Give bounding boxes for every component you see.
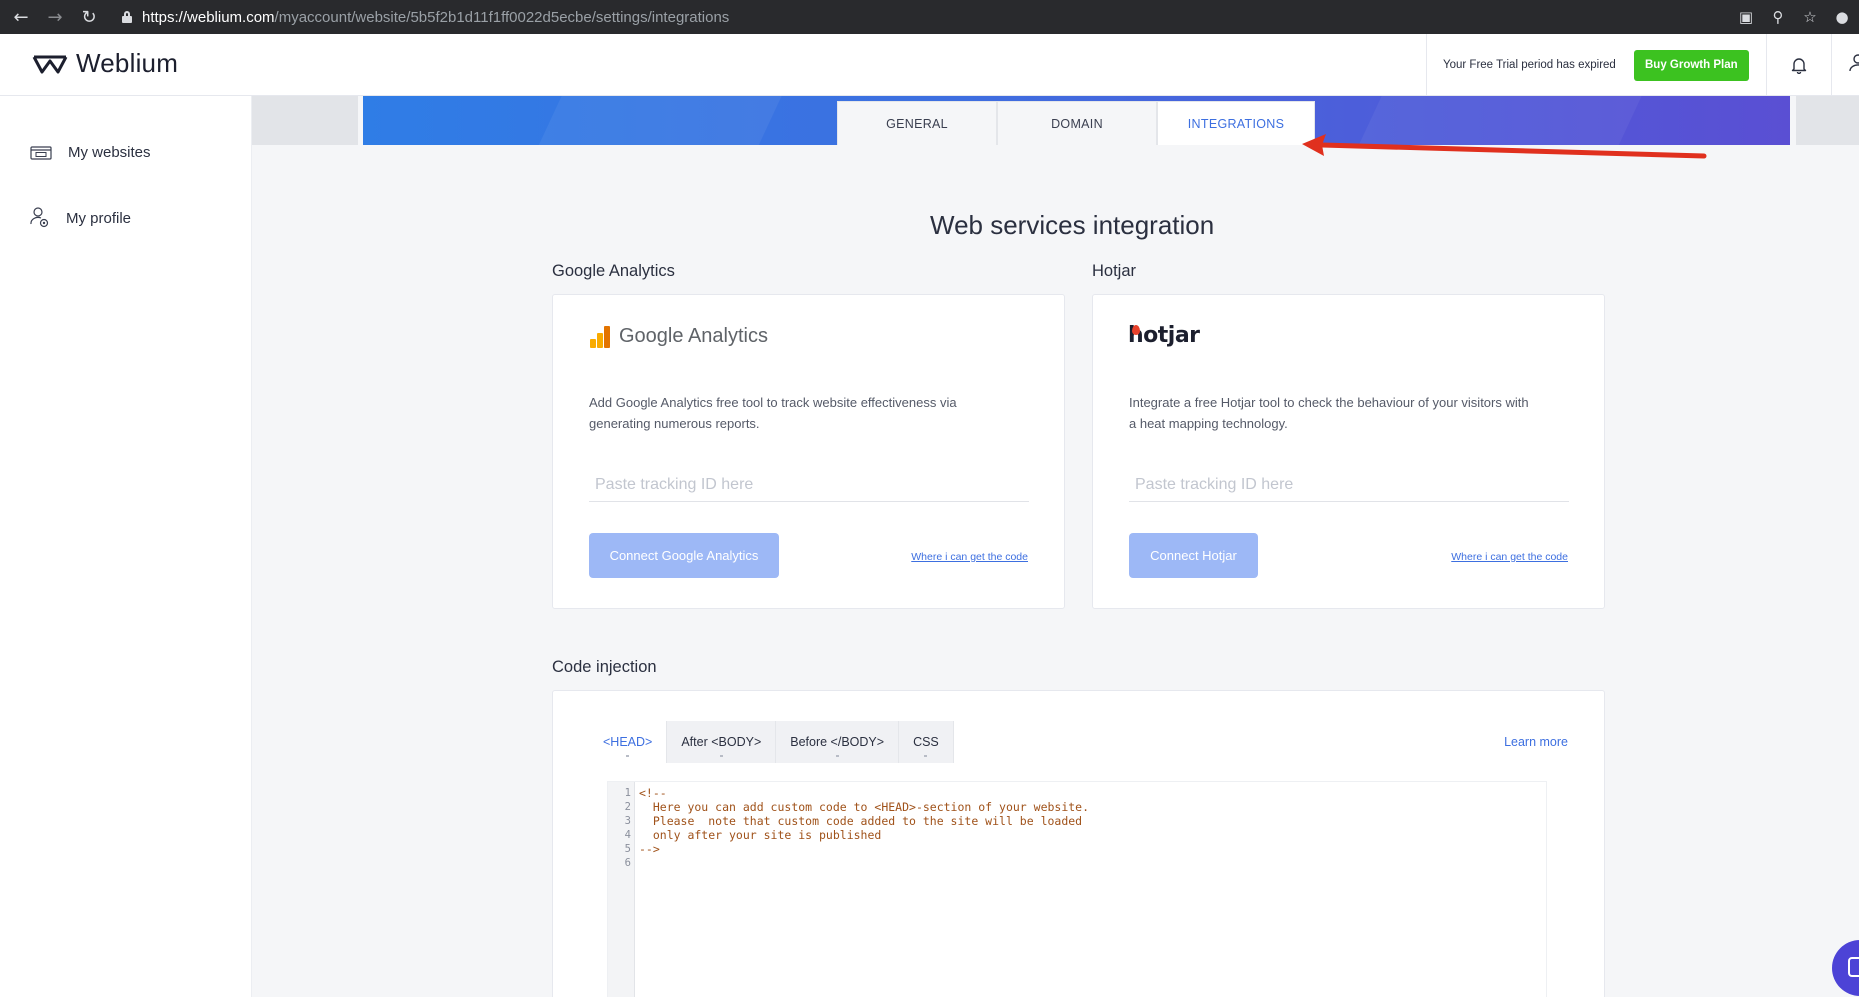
code-tab-after-body[interactable]: After <BODY> [667, 721, 777, 763]
url-path: /myaccount/website/5b5f2b1d11f1ff0022d5e… [274, 8, 730, 26]
google-analytics-tracking-id-input[interactable] [589, 468, 1029, 502]
user-menu[interactable] [1848, 54, 1859, 77]
code-line: Here you can add custom code to <HEAD>-s… [639, 800, 1090, 814]
app-header: Weblium Your Free Trial period has expir… [0, 34, 1859, 96]
websites-icon [30, 145, 52, 160]
settings-tabs: GENERAL DOMAIN INTEGRATIONS [837, 101, 1315, 145]
logo-text: Weblium [76, 48, 179, 78]
line-number: 4 [624, 829, 631, 841]
browser-toolbar: ← → ↻ https://weblium.com/myaccount/webs… [0, 0, 1859, 34]
reload-icon[interactable]: ↻ [76, 4, 102, 30]
profile-settings-icon [30, 207, 49, 228]
code-line: <!-- [639, 786, 667, 800]
line-number: 1 [624, 787, 631, 799]
hotjar-flame-icon [1132, 325, 1140, 335]
line-number-gutter: 1 2 3 4 5 6 [608, 782, 635, 997]
line-number: 2 [624, 801, 631, 813]
banner-edge-right [1796, 96, 1859, 145]
back-arrow-icon[interactable]: ← [8, 4, 34, 30]
hotjar-tracking-id-input[interactable] [1129, 468, 1569, 502]
google-analytics-card: Google Analytics Add Google Analytics fr… [552, 294, 1065, 609]
connect-google-analytics-button[interactable]: Connect Google Analytics [589, 533, 779, 578]
hotjar-card: hotjar Integrate a free Hotjar tool to c… [1092, 294, 1605, 609]
notifications-button[interactable] [1766, 34, 1832, 96]
code-injection-tabs: <HEAD> After <BODY> Before </BODY> CSS [589, 721, 954, 763]
code-line: --> [639, 842, 660, 856]
tab-integrations[interactable]: INTEGRATIONS [1157, 101, 1315, 145]
hotjar-help-link[interactable]: Where i can get the code [1451, 551, 1568, 563]
line-number: 3 [624, 815, 631, 827]
google-analytics-section-title: Google Analytics [552, 262, 675, 280]
bell-icon [1791, 58, 1807, 74]
code-injection-card: <HEAD> After <BODY> Before </BODY> CSS L… [552, 690, 1605, 997]
line-number: 6 [624, 857, 631, 869]
lock-icon [122, 11, 132, 23]
trial-notice: Your Free Trial period has expired Buy G… [1426, 34, 1749, 96]
code-tab-head[interactable]: <HEAD> [589, 721, 668, 763]
banner-edge-left [252, 96, 358, 145]
chat-icon [1848, 957, 1859, 977]
hotjar-section-title: Hotjar [1092, 262, 1137, 280]
sidebar-item-my-profile[interactable]: My profile [30, 207, 131, 229]
line-number: 5 [624, 843, 631, 855]
code-tab-css[interactable]: CSS [899, 721, 954, 763]
code-tab-before-body[interactable]: Before </BODY> [776, 721, 900, 763]
google-analytics-icon [590, 326, 611, 348]
forward-arrow-icon[interactable]: → [42, 4, 68, 30]
code-line: only after your site is published [639, 828, 882, 842]
google-analytics-logo-text: Google Analytics [619, 325, 768, 347]
zoom-icon[interactable]: ⚲ [1763, 8, 1793, 26]
code-tab-label: CSS [913, 735, 939, 749]
bookmark-star-icon[interactable]: ☆ [1795, 8, 1825, 26]
code-injection-section-title: Code injection [552, 658, 657, 676]
google-analytics-logo: Google Analytics [590, 325, 768, 348]
connect-hotjar-button[interactable]: Connect Hotjar [1129, 533, 1258, 578]
extension-icon[interactable]: ● [1827, 8, 1857, 26]
address-bar[interactable]: https://weblium.com/myaccount/website/5b… [122, 9, 729, 26]
google-analytics-help-link[interactable]: Where i can get the code [911, 551, 1028, 563]
sidebar-item-label: My websites [68, 144, 151, 161]
weblium-logo-icon [32, 55, 68, 73]
chat-launcher-button[interactable] [1832, 940, 1859, 996]
code-content: <!-- Here you can add custom code to <HE… [639, 786, 1089, 856]
weblium-logo[interactable]: Weblium [32, 48, 178, 79]
google-analytics-description: Add Google Analytics free tool to track … [589, 395, 957, 431]
user-icon [1849, 54, 1859, 72]
translate-icon[interactable]: ▣ [1731, 8, 1761, 26]
sidebar: My websites My profile [0, 96, 252, 997]
code-line: Please note that custom code added to th… [639, 814, 1083, 828]
sidebar-item-label: My profile [66, 209, 132, 227]
buy-growth-plan-button[interactable]: Buy Growth Plan [1633, 49, 1749, 81]
tab-general[interactable]: GENERAL [837, 101, 997, 145]
sidebar-item-my-websites[interactable]: My websites [30, 144, 151, 161]
learn-more-link[interactable]: Learn more [1504, 735, 1568, 749]
annotation-arrow [1302, 134, 1707, 159]
page-title: Web services integration [930, 210, 1215, 240]
code-tab-label: Before </BODY> [790, 735, 885, 749]
code-tab-label: <HEAD> [603, 735, 653, 749]
url-domain: https://weblium.com [142, 8, 275, 26]
code-editor[interactable]: 1 2 3 4 5 6 <!-- Here you can add custom… [607, 781, 1547, 997]
hotjar-description: Integrate a free Hotjar tool to check th… [1129, 395, 1529, 431]
tab-domain[interactable]: DOMAIN [997, 101, 1157, 145]
code-tab-label: After <BODY> [681, 735, 762, 749]
trial-text: Your Free Trial period has expired [1443, 59, 1616, 71]
